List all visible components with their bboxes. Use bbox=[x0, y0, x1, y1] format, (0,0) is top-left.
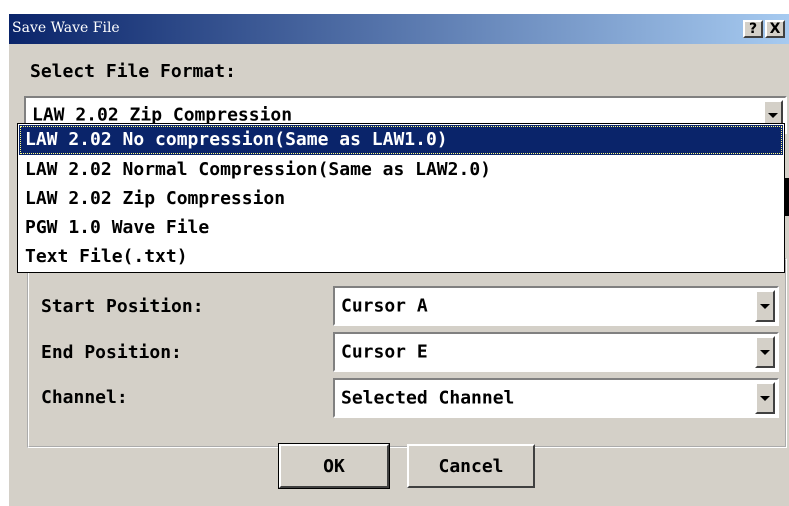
ok-button[interactable]: OK bbox=[278, 443, 390, 489]
start-position-combo[interactable]: Cursor A bbox=[333, 286, 779, 326]
close-button[interactable]: X bbox=[765, 20, 785, 38]
start-position-label: Start Position: bbox=[41, 296, 204, 317]
channel-dropdown-button[interactable] bbox=[755, 382, 775, 414]
chevron-down-icon bbox=[768, 112, 778, 118]
channel-combo[interactable]: Selected Channel bbox=[333, 378, 779, 418]
start-position-dropdown-button[interactable] bbox=[755, 290, 775, 322]
cancel-button[interactable]: Cancel bbox=[407, 444, 535, 488]
list-item[interactable]: PGW 1.0 Wave File bbox=[19, 213, 783, 243]
window-edge bbox=[785, 178, 789, 216]
chevron-down-icon bbox=[760, 303, 770, 309]
chevron-down-icon bbox=[760, 349, 770, 355]
list-item[interactable]: Text File(.txt) bbox=[19, 242, 783, 272]
chevron-down-icon bbox=[760, 395, 770, 401]
title-bar[interactable]: Save Wave File ? X bbox=[9, 14, 789, 44]
file-format-dropdown-list[interactable]: LAW 2.02 No compression(Same as LAW1.0) … bbox=[17, 123, 785, 273]
help-button[interactable]: ? bbox=[743, 20, 763, 38]
end-position-dropdown-button[interactable] bbox=[755, 336, 775, 368]
window-title: Save Wave File bbox=[12, 20, 120, 36]
channel-value: Selected Channel bbox=[341, 387, 515, 409]
channel-label: Channel: bbox=[41, 387, 128, 408]
select-file-format-label: Select File Format: bbox=[30, 61, 236, 82]
list-item[interactable]: LAW 2.02 Zip Compression bbox=[19, 184, 783, 214]
end-position-value: Cursor E bbox=[341, 341, 428, 363]
list-item[interactable]: LAW 2.02 No compression(Same as LAW1.0) bbox=[19, 125, 783, 155]
end-position-combo[interactable]: Cursor E bbox=[333, 332, 779, 372]
start-position-value: Cursor A bbox=[341, 295, 428, 317]
list-item[interactable]: LAW 2.02 Normal Compression(Same as LAW2… bbox=[19, 155, 783, 185]
end-position-label: End Position: bbox=[41, 342, 182, 363]
